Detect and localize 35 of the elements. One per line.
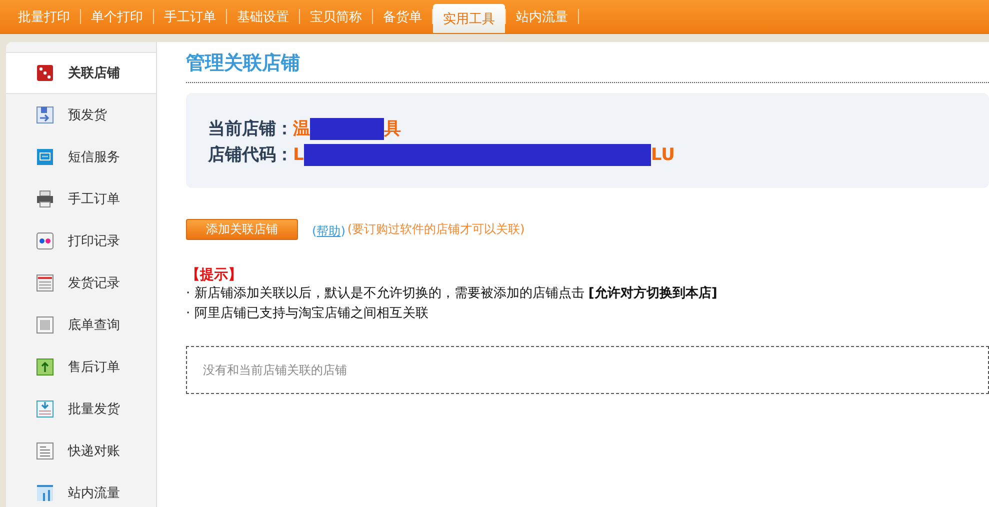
- sidebar-item[interactable]: 发货记录: [6, 262, 156, 304]
- barcode-icon: [36, 316, 54, 334]
- page-title: 管理关联店铺: [186, 50, 989, 83]
- sidebar-item[interactable]: 手工订单: [6, 178, 156, 220]
- info-label: 店铺代码：: [208, 144, 293, 166]
- tip-text: · 阿里店铺已支持与淘宝店铺之间相互关联: [186, 305, 430, 323]
- info-value: 具: [384, 118, 401, 140]
- sidebar-item[interactable]: 批量发货: [6, 388, 156, 430]
- download-icon: [36, 400, 54, 418]
- upload-icon: [36, 358, 54, 376]
- bar-chart-icon: [36, 484, 54, 502]
- sidebar-item[interactable]: 底单查询: [6, 304, 156, 346]
- sidebar-item[interactable]: 售后订单: [6, 346, 156, 388]
- sidebar-item[interactable]: 关联店铺: [6, 52, 156, 94]
- document-icon: [36, 442, 54, 460]
- bracket-text: (: [312, 224, 317, 238]
- sidebar-item[interactable]: 打印记录: [6, 220, 156, 262]
- help-note: (要订购过软件的店铺才可以关联): [347, 221, 525, 238]
- info-value: LU: [650, 144, 675, 164]
- sidebar-item[interactable]: 短信服务: [6, 136, 156, 178]
- list-icon: [36, 274, 54, 292]
- info-label: 当前店铺：: [208, 118, 293, 140]
- empty-message: 没有和当前店铺关联的店铺: [203, 362, 347, 378]
- dots-icon: [36, 232, 54, 250]
- message-icon: [36, 148, 54, 166]
- printer-icon: [36, 190, 54, 208]
- sidebar-item[interactable]: 站内流量: [6, 472, 156, 507]
- sidebar-item[interactable]: 预发货: [6, 94, 156, 136]
- tip-heading: 【提示】: [186, 266, 243, 284]
- dice-icon: [36, 64, 54, 82]
- info-value: L: [293, 144, 304, 164]
- info-value: 温: [293, 118, 310, 140]
- bracket-text: ): [340, 224, 346, 238]
- sidebar-item[interactable]: 快递对账: [6, 430, 156, 472]
- tip-text: · 新店铺添加关联以后，默认是不允许切换的，需要被添加的店铺点击 [允许对方切换到本店]: [186, 284, 718, 303]
